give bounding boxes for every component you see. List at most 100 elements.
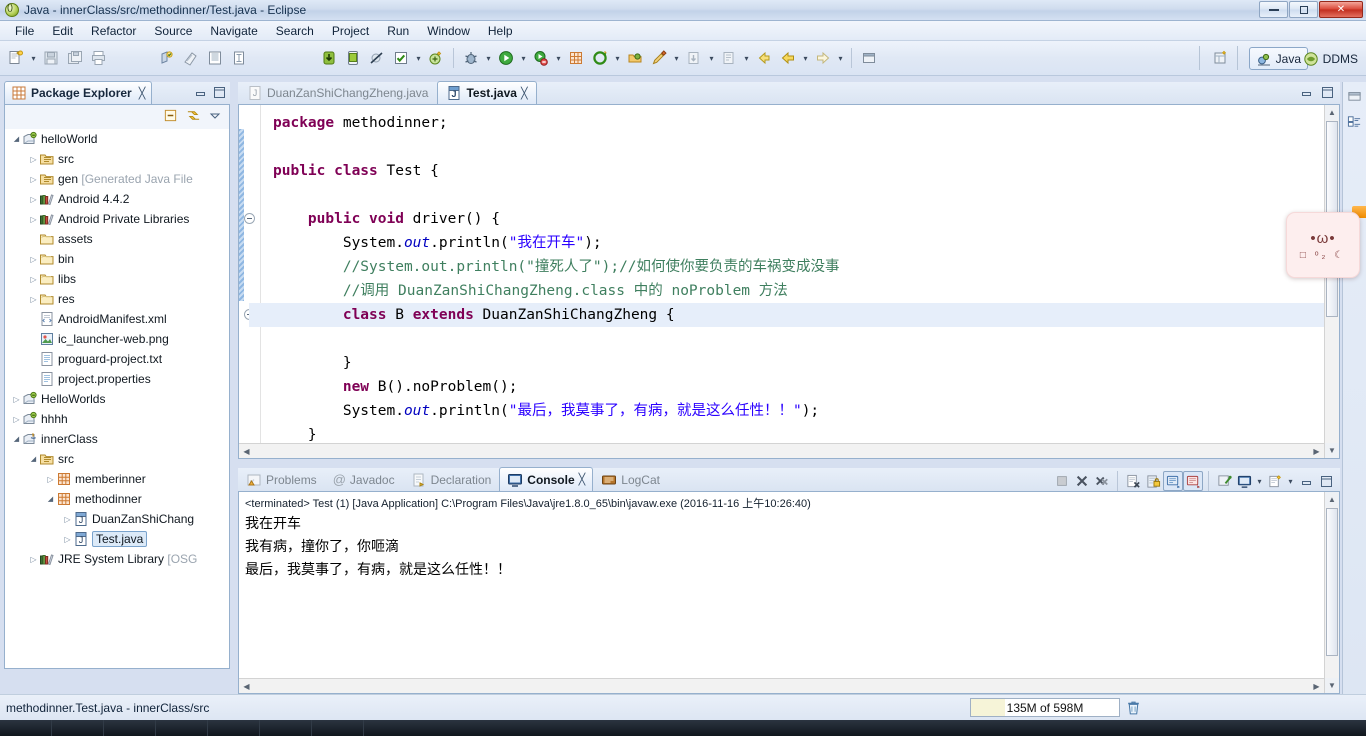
tree-item-memberinner[interactable]: memberinner [5,469,229,489]
scroll-up-arrow[interactable]: ▲ [1325,105,1339,120]
open-console-icon[interactable] [1265,471,1285,491]
scroll-down-arrow[interactable]: ▼ [1325,443,1339,458]
editor-gutter[interactable] [239,105,261,458]
build-all-dropdown-arrow[interactable]: ▾ [413,47,424,69]
open-perspective-icon[interactable] [1210,47,1232,69]
expand-arrow-icon[interactable] [62,509,73,529]
back-dropdown-arrow[interactable]: ▾ [800,47,811,69]
editor-tab-test[interactable]: J Test.java ╳ [437,81,537,104]
tree-item-project-properties[interactable]: project.properties [5,369,229,389]
menu-help[interactable]: Help [479,22,522,40]
search-icon[interactable] [648,47,670,69]
taskbar-item[interactable] [52,720,104,736]
scroll-left-arrow[interactable]: ◀ [239,444,254,458]
editor-vscrollbar[interactable]: ▲ ▼ [1324,105,1339,458]
close-button[interactable]: ✕ [1319,1,1363,18]
maximize-console-icon[interactable] [1316,471,1336,491]
taskbar-item[interactable] [208,720,260,736]
expand-arrow-icon[interactable] [28,269,39,289]
clear-console-icon[interactable] [1123,471,1143,491]
menu-project[interactable]: Project [323,22,378,40]
tree-item-test-java[interactable]: J Test.java [5,529,229,549]
tree-item-helloworlds[interactable]: HelloWorlds [5,389,229,409]
display-selected-console-icon[interactable] [1234,471,1254,491]
debug-icon[interactable] [460,47,482,69]
os-taskbar[interactable] [0,720,1366,736]
console-hscrollbar[interactable]: ◀ ▶ [239,678,1324,693]
show-console-on-error-icon[interactable] [1183,471,1203,491]
previous-annotation-dropdown-arrow[interactable]: ▾ [741,47,752,69]
heap-status[interactable]: 135M of 598M [970,698,1120,717]
external-tools-icon[interactable] [589,47,611,69]
close-icon[interactable]: ╳ [521,87,528,100]
forward-dropdown-arrow[interactable]: ▾ [835,47,846,69]
tree-item-methodinner[interactable]: methodinner [5,489,229,509]
collapse-arrow-icon[interactable] [11,429,22,449]
tree-item-hhhh[interactable]: hhhh [5,409,229,429]
scroll-up-arrow[interactable]: ▲ [1325,492,1339,507]
expand-arrow-icon[interactable] [45,469,56,489]
run-dropdown-arrow[interactable]: ▾ [518,47,529,69]
search-dropdown-arrow[interactable]: ▾ [671,47,682,69]
fold-collapse-icon[interactable] [244,213,255,224]
new-annotation-icon[interactable] [565,47,587,69]
emoticon-buttons[interactable]: □ ᵒ₂ ☾ [1300,250,1346,261]
close-icon[interactable]: ╳ [579,473,586,486]
scroll-right-arrow[interactable]: ▶ [1309,444,1324,458]
close-icon[interactable]: ╳ [139,87,146,100]
print-icon[interactable] [88,47,110,69]
terminate-icon[interactable] [1052,471,1072,491]
scroll-right-arrow[interactable]: ▶ [1309,679,1324,693]
next-annotation-icon[interactable] [683,47,705,69]
taskbar-item[interactable] [0,720,52,736]
tab-logcat[interactable]: LogCat [593,467,668,491]
collapse-all-icon[interactable] [163,108,178,126]
scroll-left-arrow[interactable]: ◀ [239,679,254,693]
run-garbage-collector-icon[interactable] [1125,699,1142,716]
menu-run[interactable]: Run [378,22,418,40]
outline-view-icon[interactable] [1347,114,1362,132]
scroll-down-arrow[interactable]: ▼ [1325,678,1339,693]
expand-arrow-icon[interactable] [28,169,39,189]
previous-annotation-icon[interactable] [718,47,740,69]
tree-item-android-4-4-2[interactable]: Android 4.4.2 [5,189,229,209]
new-java-package-icon[interactable] [180,47,202,69]
new-java-interface-icon[interactable] [228,47,250,69]
menu-file[interactable]: File [6,22,43,40]
display-selected-console-dropdown-arrow[interactable]: ▾ [1254,470,1265,492]
new-java-class-icon[interactable] [204,47,226,69]
tab-package-explorer[interactable]: Package Explorer ╳ [4,81,153,104]
console-body[interactable]: <terminated> Test (1) [Java Application]… [238,492,1340,694]
run-icon[interactable] [495,47,517,69]
tree-item-androidmanifest-xml[interactable]: AndroidManifest.xml [5,309,229,329]
expand-arrow-icon[interactable] [28,249,39,269]
menu-search[interactable]: Search [267,22,323,40]
ime-emoticon-widget[interactable]: •ω• □ ᵒ₂ ☾ [1286,212,1360,278]
new-wizard-dropdown-arrow[interactable]: ▾ [28,47,39,69]
menu-navigate[interactable]: Navigate [201,22,266,40]
minimize-view-icon[interactable] [194,86,207,99]
android-virtual-device-manager-icon[interactable] [342,47,364,69]
show-console-on-output-icon[interactable] [1163,471,1183,491]
taskbar-item[interactable] [260,720,312,736]
open-console-dropdown-arrow[interactable]: ▾ [1285,470,1296,492]
scroll-lock-icon[interactable] [1143,471,1163,491]
maximize-view-icon[interactable] [213,86,226,99]
editor-hscrollbar[interactable]: ◀ ▶ [239,443,1324,458]
menu-source[interactable]: Source [145,22,201,40]
view-menu-icon[interactable] [209,110,221,125]
restore-perspective-icon[interactable] [1347,88,1362,106]
menu-refactor[interactable]: Refactor [82,22,145,40]
link-with-editor-icon[interactable] [186,108,201,126]
expand-arrow-icon[interactable] [11,409,22,429]
expand-arrow-icon[interactable] [11,389,22,409]
maximize-editor-icon[interactable] [1321,86,1334,99]
tree-item-innerclass[interactable]: innerClass [5,429,229,449]
tree-item-gen[interactable]: gen [Generated Java File [5,169,229,189]
remove-launch-icon[interactable] [1072,471,1092,491]
package-explorer-tree[interactable]: helloWorld src gen [Generated Java File And… [4,129,230,669]
menu-edit[interactable]: Edit [43,22,82,40]
tree-item-ic-launcher-web-png[interactable]: ic_launcher-web.png [5,329,229,349]
editor-tab-duanzanshichangzheng[interactable]: J DuanZanShiChangZheng.java [238,81,437,104]
last-edit-location-icon[interactable] [753,47,775,69]
